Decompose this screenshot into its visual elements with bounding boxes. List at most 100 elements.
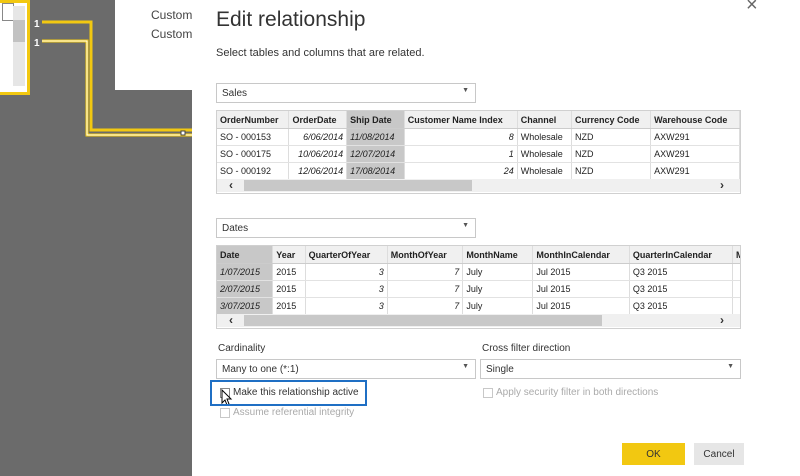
table-cell: Jul 2015: [532, 297, 630, 315]
table-cell: Q3 2015: [629, 263, 733, 281]
column-header[interactable]: MonthInCalendar: [532, 246, 630, 264]
cardinality-label: Cardinality: [218, 343, 266, 354]
column-header[interactable]: Warehouse Code: [650, 111, 740, 129]
cardinality-select[interactable]: Many to one (*:1) ▼: [216, 359, 476, 379]
chevron-right-icon[interactable]: ›: [720, 313, 724, 327]
table1-preview[interactable]: OrderNumber OrderDate Ship Date Customer…: [216, 110, 741, 194]
table-cell: 6/06/2014: [288, 128, 348, 146]
column-header[interactable]: Channel: [517, 111, 572, 129]
column-header[interactable]: MonthName: [462, 246, 534, 264]
column-header[interactable]: Year: [272, 246, 306, 264]
table1-select-value: Sales: [222, 88, 248, 99]
column-header[interactable]: Customer Name Index: [404, 111, 518, 129]
table-cell: NZD: [571, 162, 652, 180]
table-cell: 1/07/2015: [217, 263, 274, 281]
column-header[interactable]: QuarterOfYear: [305, 246, 388, 264]
table-row: 3/07/2015 2015 3 7 July Jul 2015 Q3 2015: [217, 297, 740, 315]
table2-select[interactable]: Dates ▼: [216, 218, 476, 238]
table-cell: July: [462, 263, 534, 281]
table-cell: 24: [404, 162, 518, 180]
table-cell: Wholesale: [517, 145, 572, 163]
table-row: SO - 000175 10/06/2014 12/07/2014 1 Whol…: [217, 145, 740, 163]
table-cell: [732, 263, 740, 281]
table-cell: 3/07/2015: [217, 297, 274, 315]
security-filter-label: Apply security filter in both directions: [496, 387, 659, 398]
table-cell: SO - 000192: [217, 162, 290, 180]
table-cell: 7: [387, 263, 464, 281]
table-cell: 12/06/2014: [288, 162, 348, 180]
table-cell: Q3 2015: [629, 297, 733, 315]
column-header[interactable]: Currency Code: [571, 111, 652, 129]
table-cell: AXW291: [650, 145, 740, 163]
table-cell: July: [462, 297, 534, 315]
table-cell: 2015: [272, 280, 306, 298]
table-row: SO - 000192 12/06/2014 17/08/2014 24 Who…: [217, 162, 740, 180]
table-cell: July: [462, 280, 534, 298]
line-endpoint: [180, 130, 186, 136]
dialog-subtitle: Select tables and columns that are relat…: [216, 47, 425, 59]
cross-filter-label: Cross filter direction: [482, 343, 571, 354]
table-cell: 17/08/2014: [346, 162, 405, 180]
table-cell: Q3 2015: [629, 280, 733, 298]
table-cell: 7: [387, 297, 464, 315]
table-cell: [732, 297, 740, 315]
referential-integrity-label: Assume referential integrity: [233, 407, 355, 418]
table2-preview[interactable]: Date Year QuarterOfYear MonthOfYear Mont…: [216, 245, 741, 329]
cancel-button[interactable]: Cancel: [694, 443, 744, 465]
chevron-down-icon: ▼: [462, 363, 469, 370]
column-header-selected[interactable]: Date: [217, 246, 274, 264]
scroll-thumb[interactable]: [244, 180, 472, 191]
chevron-left-icon[interactable]: ‹: [229, 313, 233, 327]
table-cell: 3: [305, 297, 388, 315]
table1-hscrollbar[interactable]: ‹ ›: [217, 178, 740, 192]
table-cell: AXW291: [650, 162, 740, 180]
scroll-thumb[interactable]: [244, 315, 602, 326]
cardinality-value: Many to one (*:1): [222, 364, 299, 375]
table-cell: 3: [305, 263, 388, 281]
table-cell: Wholesale: [517, 162, 572, 180]
table-row: 2/07/2015 2015 3 7 July Jul 2015 Q3 2015: [217, 280, 740, 298]
annotation-highlight: [210, 380, 367, 406]
table2-select-value: Dates: [222, 223, 249, 234]
chevron-down-icon: ▼: [462, 87, 469, 94]
table-cell: SO - 000175: [217, 145, 290, 163]
column-header[interactable]: OrderDate: [288, 111, 348, 129]
table-cell: 11/08/2014: [346, 128, 405, 146]
table-cell: NZD: [571, 128, 652, 146]
close-icon[interactable]: ×: [746, 0, 758, 17]
table-cell: 8: [404, 128, 518, 146]
table-cell: 1: [404, 145, 518, 163]
table-cell: 7: [387, 280, 464, 298]
table-cell: 3: [305, 280, 388, 298]
column-header[interactable]: QuarterInCalendar: [629, 246, 733, 264]
table-cell: 2015: [272, 297, 306, 315]
table-cell: SO - 000153: [217, 128, 290, 146]
table-cell: 10/06/2014: [288, 145, 348, 163]
ok-button[interactable]: OK: [622, 443, 685, 465]
cross-filter-select[interactable]: Single ▼: [480, 359, 741, 379]
table-cell: AXW291: [650, 128, 740, 146]
table1-select[interactable]: Sales ▼: [216, 83, 476, 103]
column-header[interactable]: MonthOfYear: [387, 246, 464, 264]
column-header[interactable]: OrderNumber: [217, 111, 290, 129]
table-cell: [732, 280, 740, 298]
cross-filter-value: Single: [486, 364, 514, 375]
referential-integrity-checkbox[interactable]: [220, 408, 230, 418]
table-cell: Jul 2015: [532, 280, 630, 298]
chevron-left-icon[interactable]: ‹: [229, 178, 233, 192]
dialog-title: Edit relationship: [216, 8, 366, 31]
column-header[interactable]: Mo: [732, 246, 740, 264]
chevron-down-icon: ▼: [462, 222, 469, 229]
table-cell: Jul 2015: [532, 263, 630, 281]
chevron-right-icon[interactable]: ›: [720, 178, 724, 192]
table-cell: NZD: [571, 145, 652, 163]
table-cell: 12/07/2014: [346, 145, 405, 163]
table-row: SO - 000153 6/06/2014 11/08/2014 8 Whole…: [217, 128, 740, 146]
table-row: 1/07/2015 2015 3 7 July Jul 2015 Q3 2015: [217, 263, 740, 281]
table-cell: Wholesale: [517, 128, 572, 146]
table2-hscrollbar[interactable]: ‹ ›: [217, 313, 740, 327]
security-filter-checkbox[interactable]: [483, 388, 493, 398]
column-header-selected[interactable]: Ship Date: [346, 111, 405, 129]
chevron-down-icon: ▼: [727, 363, 734, 370]
table-cell: 2/07/2015: [217, 280, 274, 298]
